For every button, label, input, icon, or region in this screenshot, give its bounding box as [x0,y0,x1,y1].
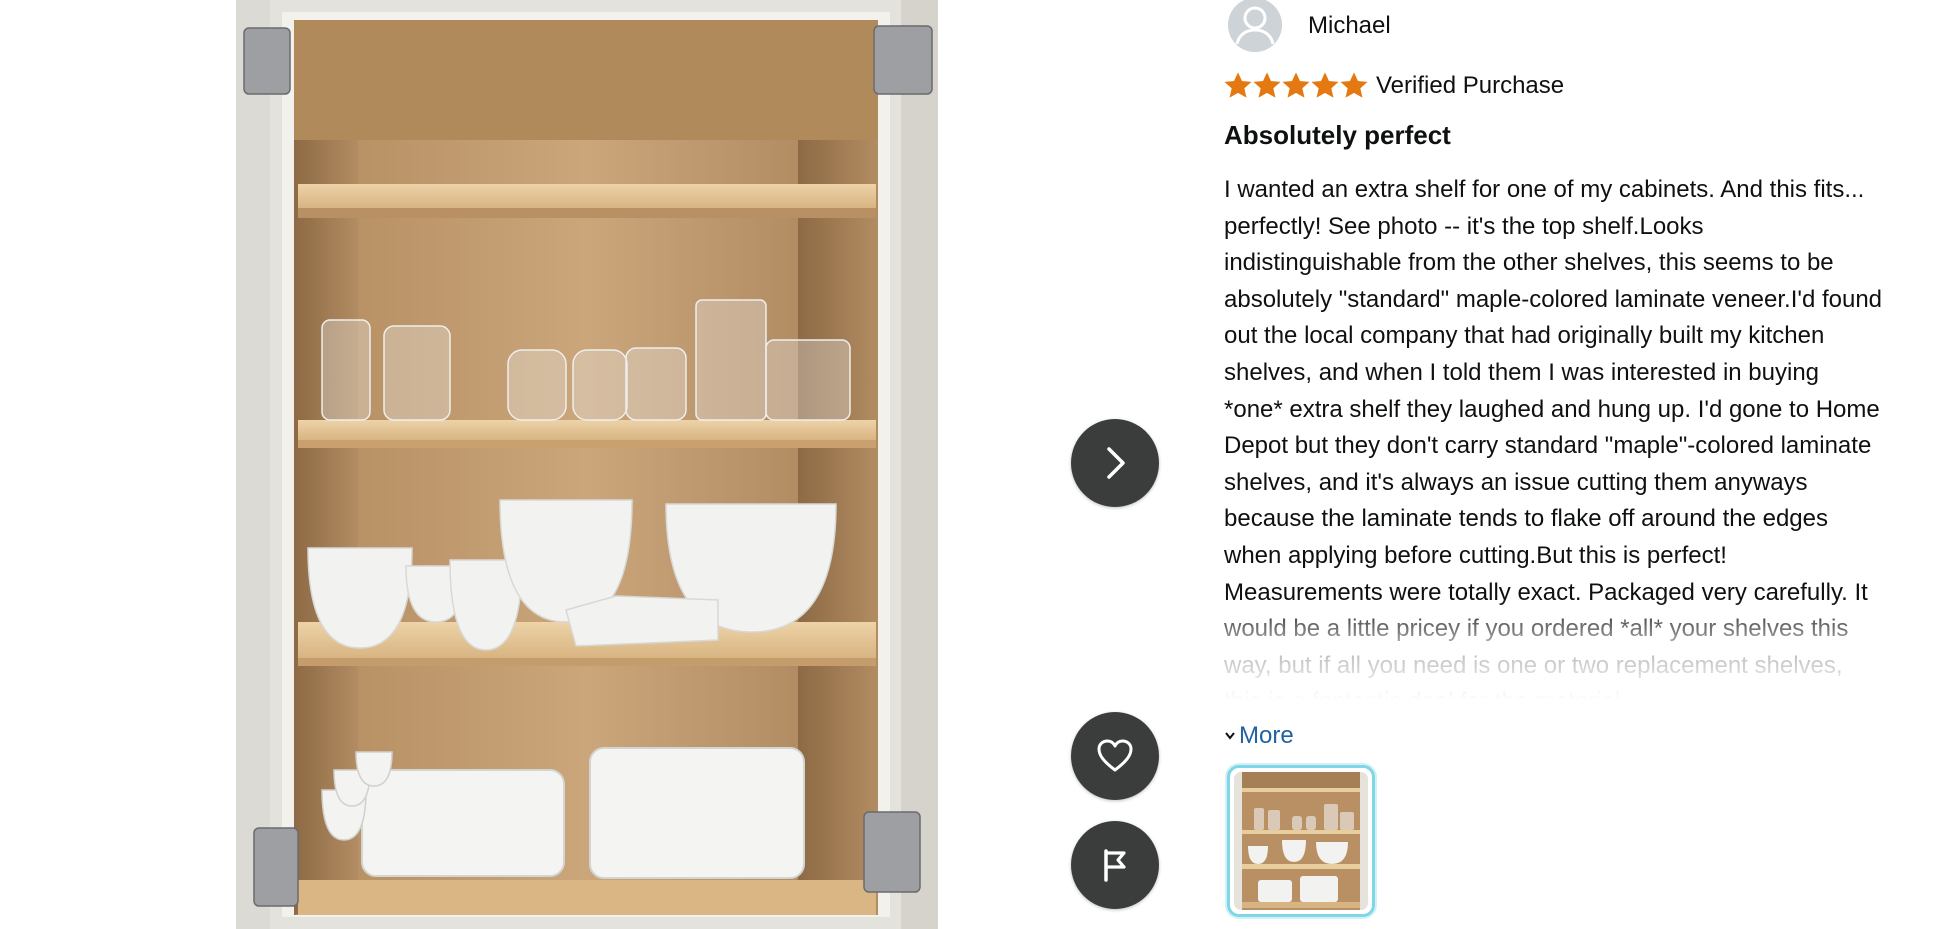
thumbnail-image [1234,772,1368,910]
person-avatar-icon [1228,0,1282,52]
star-icon [1224,72,1252,98]
review-photo[interactable] [236,0,938,929]
report-review-button[interactable] [1071,821,1159,909]
reviewer-profile[interactable]: Michael [1224,0,1391,52]
cabinet-photo-image [236,0,938,929]
reviewer-name[interactable]: Michael [1308,12,1391,40]
review-image-thumbnail[interactable] [1227,765,1375,917]
more-link-label[interactable]: More [1239,722,1294,750]
rating-row: Verified Purchase [1224,68,1564,104]
review-body: I wanted an extra shelf for one of my ca… [1224,172,1884,709]
flag-icon [1104,849,1126,882]
star-icon [1253,72,1281,98]
more-link[interactable]: More [1224,722,1294,750]
star-rating[interactable] [1224,72,1368,100]
chevron-down-icon [1225,732,1235,740]
next-photo-button[interactable] [1071,419,1159,507]
star-icon [1340,72,1368,98]
review-title: Absolutely perfect [1224,120,1451,150]
heart-icon [1097,739,1133,772]
chevron-right-icon [1107,447,1125,479]
helpful-like-button[interactable] [1071,712,1159,800]
verified-purchase-badge: Verified Purchase [1376,72,1565,99]
star-icon [1311,72,1339,98]
star-icon [1282,72,1310,98]
